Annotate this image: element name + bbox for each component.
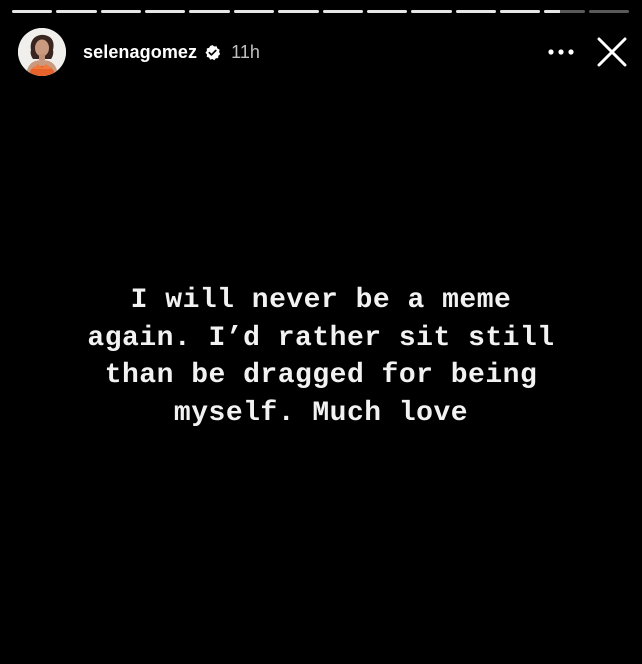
story-progress-segment [189,10,230,13]
verified-badge-icon [204,44,221,61]
story-progress-segment [233,10,275,13]
story-progress-fill [411,10,452,13]
avatar[interactable] [18,28,66,76]
story-timestamp: 11h [231,41,260,62]
story-progress-segment [100,10,142,13]
story-progress-fill [189,10,230,13]
story-progress-fill [499,10,541,13]
story-progress-segment [544,10,585,13]
story-progress-fill [544,10,561,13]
story-progress-segment [145,10,186,13]
story-progress-segment [455,10,496,13]
story-progress-fill [145,10,186,13]
close-button[interactable] [594,34,630,70]
story-progress-segment [588,10,630,13]
story-progress-fill [366,10,408,13]
story-progress-fill [56,10,97,13]
story-progress-fill [322,10,363,13]
story-progress-segment [56,10,97,13]
story-progress-segment [12,10,53,13]
story-progress-segment [411,10,452,13]
story-viewer[interactable]: selenagomez 11h I will never be a meme a… [0,0,642,664]
story-progress-segment [366,10,408,13]
story-progress-segment [278,10,319,13]
story-progress-fill [455,10,496,13]
close-icon [597,37,627,67]
story-progress-fill [100,10,142,13]
story-progress-bar [12,10,630,14]
story-progress-segment [322,10,363,13]
more-options-button[interactable] [543,37,579,67]
story-header: selenagomez 11h [18,27,630,77]
username[interactable]: selenagomez [83,42,197,63]
story-progress-fill [233,10,275,13]
story-progress-segment [499,10,541,13]
story-progress-fill [278,10,319,13]
more-horizontal-icon [548,49,574,55]
story-progress-fill [12,10,53,13]
story-caption-text: I will never be a meme again. I’d rather… [87,285,555,429]
